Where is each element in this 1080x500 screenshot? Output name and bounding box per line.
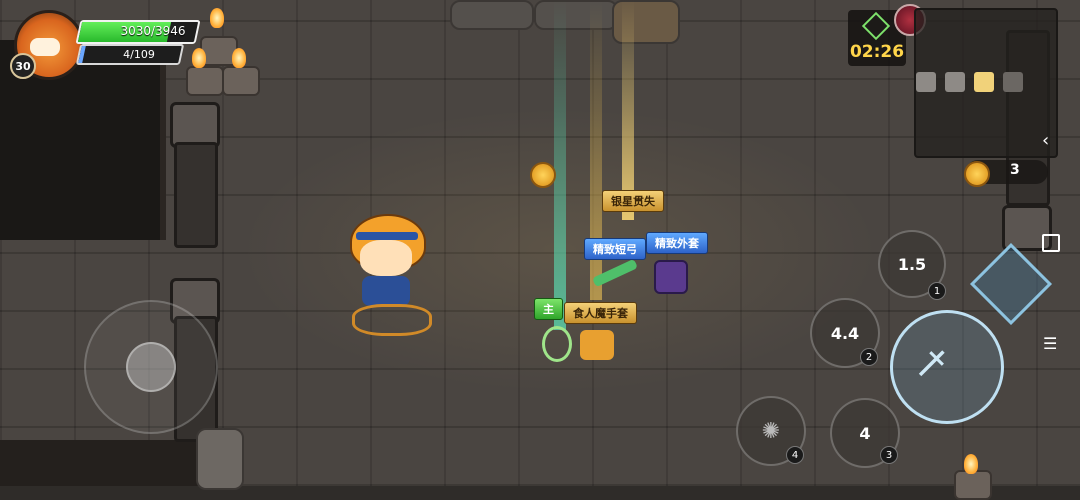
hero-body <box>362 276 410 306</box>
brazier <box>954 470 992 500</box>
coin-count: 3 <box>1010 162 1020 178</box>
stage-timer: 02:26 <box>849 42 905 62</box>
minimap-room-explored <box>916 72 936 92</box>
menu-icon[interactable]: ☰ <box>1043 334 1057 353</box>
hero-face <box>360 240 412 276</box>
minimap-room-current <box>974 72 994 92</box>
gloves-item[interactable] <box>580 330 614 360</box>
wooden-crate <box>450 0 534 30</box>
joystick-knob[interactable] <box>126 342 176 392</box>
skill-2-cooldown: 4.4 <box>830 323 860 343</box>
brazier <box>186 66 224 96</box>
item-label-fine-bow[interactable]: 精致短弓 <box>584 238 646 260</box>
fire-icon <box>232 48 246 68</box>
wooden-crate <box>534 0 618 30</box>
skill-2-slot: 2 <box>860 348 878 366</box>
item-label-main-tag[interactable]: 主 <box>534 298 563 320</box>
rock <box>196 428 244 490</box>
rock-wall <box>0 440 210 486</box>
skill-3-cooldown: 4 <box>859 423 871 443</box>
item-label-silver-star[interactable]: 银星贯失 <box>602 190 664 212</box>
minimap-room-unexplored <box>1003 72 1023 92</box>
square-icon[interactable] <box>1042 234 1060 252</box>
skill-1-cooldown: 1.5 <box>897 254 927 274</box>
skill-4-slot: 4 <box>786 446 804 464</box>
loot-beam-gold <box>622 0 634 220</box>
loot-beam-green <box>554 0 566 330</box>
orange-mushroom-avatar-icon <box>30 38 60 56</box>
mana-text: 4/109 <box>123 47 155 61</box>
item-label-fine-coat[interactable]: 精致外套 <box>646 232 708 254</box>
skill-1-slot: 1 <box>928 282 946 300</box>
chevron-left-icon[interactable]: ‹ <box>1042 130 1049 151</box>
brazier <box>222 66 260 96</box>
fire-icon <box>964 454 978 474</box>
hero-headband <box>356 232 418 240</box>
hp-text: 3030/3946 <box>120 24 186 38</box>
attack-button[interactable] <box>890 310 1004 424</box>
octopus-icon: ✺ <box>761 418 781 444</box>
weapon-item[interactable] <box>542 326 572 362</box>
player-level-badge: 30 <box>10 53 36 79</box>
skill-3-slot: 3 <box>880 446 898 464</box>
stone-pillar <box>174 142 218 248</box>
minimap-room-explored <box>945 72 965 92</box>
coin-icon <box>964 161 990 187</box>
coin-icon[interactable] <box>530 162 556 188</box>
hero-weapon <box>352 304 432 336</box>
coat-item[interactable] <box>654 260 688 294</box>
item-label-gloves[interactable]: 食人魔手套 <box>564 302 637 324</box>
